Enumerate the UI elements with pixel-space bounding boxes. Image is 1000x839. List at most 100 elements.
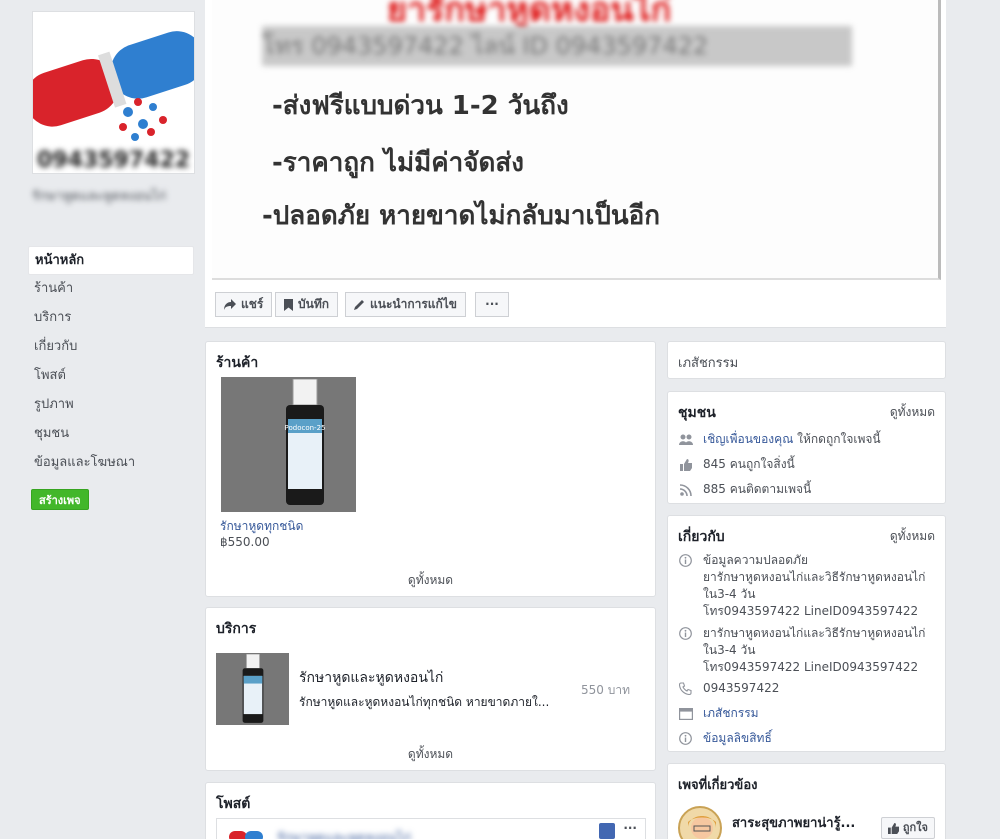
suggest-edits-button[interactable]: แนะนำการแก้ไข [345,292,467,317]
related-page-avatar[interactable] [678,806,722,839]
category-icon [678,705,693,722]
nav-info-ads[interactable]: ข้อมูลและโฆษณา [28,449,194,478]
about-info-1-line-3: ใน3-4 วัน [703,587,756,601]
service-name[interactable]: รักษาหูดและหูดหงอนไก่ [299,667,443,689]
category-card: เภสัชกรรม [667,341,946,379]
save-button[interactable]: บันทึก [275,292,338,317]
shop-title: ร้านค้า [216,355,259,371]
about-see-all[interactable]: ดูทั้งหมด [890,527,935,546]
about-copyright[interactable]: ข้อมูลลิขสิทธิ์ [703,730,772,747]
related-like-label: ถูกใจ [902,821,928,834]
cover-subtitle-text: โทร 0943597422 ไลน์ ID 0943597422 [262,32,709,60]
about-info-2-line-1: ยารักษาหูดหงอนไก่และวิธีรักษาหูดหงอนไก่ [703,626,926,640]
medicine-bottle-icon [242,654,264,723]
about-info-1-line-4: โทร0943597422 LineID0943597422 [703,604,919,618]
share-label: แชร์ [241,297,264,311]
community-card: ชุมชน ดูทั้งหมด เชิญเพื่อนของคุณ ให้กดถู… [667,391,946,504]
service-price: 550 บาท [581,683,630,697]
service-description: รักษาหูดและหูดหงอนไก่ทุกชนิด หายขาดภายใ.… [299,695,550,709]
more-icon: ··· [485,297,499,311]
likes-count: 845 คนถูกใจสิ่งนี้ [703,457,795,471]
related-page-name[interactable]: สาระสุขภาพยาน่ารู้... [732,812,855,833]
invite-text: ให้กดถูกใจเพจนี้ [793,432,881,446]
cover-line-2: -ราคาถูก ไม่มีค่าจัดส่ง [272,148,524,178]
about-info-2: ยารักษาหูดหงอนไก่และวิธีรักษาหูดหงอนไก่ใ… [678,625,925,676]
follows-row: 885 คนติดตามเพจนี้ [678,481,811,498]
services-title: บริการ [216,621,257,637]
invite-friends-link[interactable]: เชิญเพื่อนของคุณ [703,432,793,446]
nav-shop[interactable]: ร้านค้า [28,275,194,304]
product-name[interactable]: รักษาหูดทุกชนิด [220,517,303,536]
page-nav: หน้าหลัก ร้านค้า บริการ เกี่ยวกับ โพสต์ … [28,246,194,478]
nav-community[interactable]: ชุมชน [28,420,194,449]
about-title: เกี่ยวกับ [678,529,725,545]
more-button[interactable]: ··· [475,292,509,317]
about-category-row: เภสัชกรรม [678,705,759,722]
create-page-button[interactable]: สร้างเพจ [31,489,89,510]
cover-subtitle: โทร 0943597422 ไลน์ ID 0943597422 [262,26,852,66]
page-action-bar: แชร์ บันทึก แนะนำการแก้ไข ··· [205,284,946,328]
post-preview[interactable]: รักษาหูดและหูดหงอนไก่ ··· [216,818,646,839]
about-info-1-line-2: ยารักษาหูดหงอนไก่และวิธีรักษาหูดหงอนไก่ [703,570,926,584]
info-icon [678,552,693,569]
related-pages-card: เพจที่เกี่ยวข้อง สาระสุขภาพยาน่ารู้... ถ… [667,763,946,839]
nav-photos[interactable]: รูปภาพ [28,391,194,420]
phone-icon [678,680,693,697]
capsule-icon [229,831,263,839]
about-info-2-line-3: โทร0943597422 LineID0943597422 [703,660,919,674]
bookmark-icon [284,298,293,311]
rss-icon [678,481,693,498]
service-image[interactable] [216,653,289,725]
suggest-label: แนะนำการแก้ไข [370,297,458,311]
post-more-icon[interactable]: ··· [623,821,637,835]
people-icon [678,431,693,448]
about-info-2-line-2: ใน3-4 วัน [703,643,756,657]
post-preview-title: รักษาหูดและหูดหงอนไก่ [277,831,412,839]
avatar-icon [688,816,716,839]
thumbs-up-icon [678,456,693,473]
services-see-all[interactable]: ดูทั้งหมด [206,745,655,764]
save-label: บันทึก [298,297,329,311]
shop-card: ร้านค้า Podocon-25 รักษาหูดทุกชนิด ฿550.… [205,341,656,597]
medicine-bottle-icon: Podocon-25 [285,379,326,505]
cover-image: ยารักษาหูดหงอนไก่ โทร 0943597422 ไลน์ ID… [212,0,941,280]
nav-about[interactable]: เกี่ยวกับ [28,333,194,362]
related-title: เพจที่เกี่ยวข้อง [678,778,758,793]
profile-phone: 0943597422 [37,148,191,173]
invite-row: เชิญเพื่อนของคุณ ให้กดถูกใจเพจนี้ [678,431,881,448]
cover-line-1: -ส่งฟรีแบบด่วน 1-2 วันถึง [272,91,569,121]
about-category[interactable]: เภสัชกรรม [703,705,759,722]
about-info-1: ข้อมูลความปลอดภัยยารักษาหูดหงอนไก่และวิธ… [678,552,925,620]
community-title: ชุมชน [678,405,716,421]
bottle-label: Podocon-25 [285,424,326,432]
thumbs-up-icon [887,822,899,834]
follows-count: 885 คนติดตามเพจนี้ [703,482,812,496]
about-info-1-line-1: ข้อมูลความปลอดภัย [703,553,808,567]
about-phone[interactable]: 0943597422 [703,680,779,697]
category-label[interactable]: เภสัชกรรม [678,352,738,373]
product-image[interactable]: Podocon-25 [221,377,356,512]
info-icon [678,730,693,747]
product-price: ฿550.00 [220,535,270,549]
share-button[interactable]: แชร์ [215,292,273,317]
shop-see-all[interactable]: ดูทั้งหมด [206,571,655,590]
profile-picture[interactable]: 0943597422 [32,11,195,174]
about-copyright-row: ข้อมูลลิขสิทธิ์ [678,730,772,747]
about-card: เกี่ยวกับ ดูทั้งหมด ข้อมูลความปลอดภัยยาร… [667,515,946,752]
cover-photo[interactable]: ยารักษาหูดหงอนไก่ โทร 0943597422 ไลน์ ID… [205,0,946,284]
cover-line-3: -ปลอดภัย หายขาดไม่กลับมาเป็นอีก [262,201,661,231]
about-phone-row: 0943597422 [678,680,779,697]
likes-row: 845 คนถูกใจสิ่งนี้ [678,456,795,473]
nav-posts[interactable]: โพสต์ [28,362,194,391]
related-like-button[interactable]: ถูกใจ [880,817,935,839]
nav-services[interactable]: บริการ [28,304,194,333]
community-see-all[interactable]: ดูทั้งหมด [890,403,935,422]
page-name[interactable]: รักษาหูดและหูดหงอนไก่ [32,188,182,206]
posts-card: โพสต์ รักษาหูดและหูดหงอนไก่ ··· [205,782,656,839]
share-icon [224,299,236,310]
info-icon [678,625,693,642]
pencil-icon [354,300,364,310]
nav-home[interactable]: หน้าหลัก [28,246,194,275]
checkbox-icon[interactable] [599,823,615,839]
services-card: บริการ รักษาหูดและหูดหงอนไก่ รักษาหูดและ… [205,607,656,771]
